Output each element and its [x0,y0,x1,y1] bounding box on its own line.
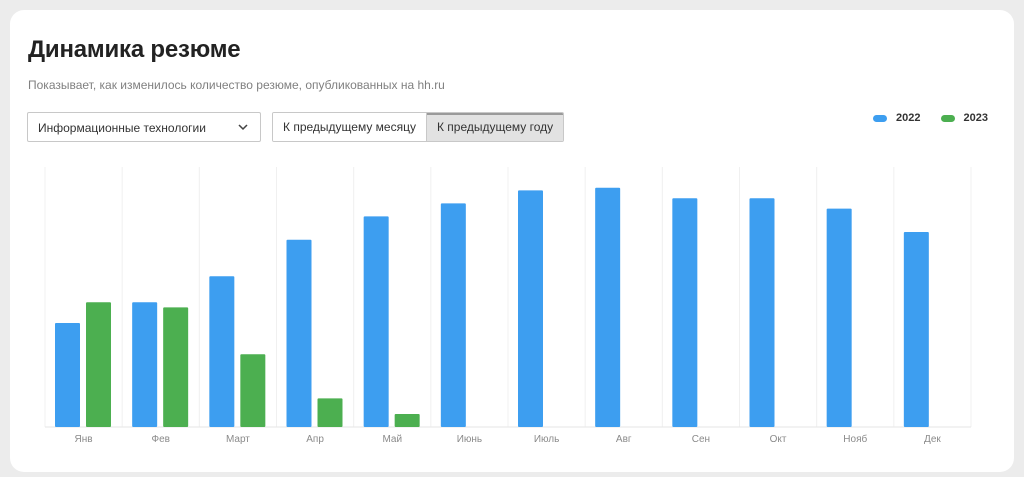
bar-2023-3[interactable] [240,354,266,427]
x-tick-label: Дек [924,434,941,445]
x-tick-label: Окт [770,434,787,445]
x-tick-label: Май [382,434,402,445]
x-tick-label: Апр [306,434,324,445]
bar-2022-2[interactable] [132,302,158,427]
bar-2022-3[interactable] [209,276,235,427]
x-tick-label: Сен [692,434,710,445]
bar-2022-1[interactable] [55,323,80,427]
bar-2022-9[interactable] [672,198,698,427]
x-tick-label: Нояб [843,433,867,445]
bar-2022-7[interactable] [518,190,543,427]
bar-2023-5[interactable] [394,414,420,427]
x-tick-label: Июль [534,434,560,445]
bar-2022-4[interactable] [286,239,312,427]
x-tick-label: Янв [75,434,93,445]
bar-2022-11[interactable] [826,208,852,427]
x-tick-label: Июнь [457,434,482,445]
bar-2022-5[interactable] [363,216,389,427]
bar-2022-6[interactable] [440,203,466,427]
bar-2022-8[interactable] [595,187,621,427]
bar-2023-2[interactable] [163,307,189,427]
x-tick-label: Март [226,434,250,445]
resume-bar-chart: Янв Фев Март Апр Май Июнь Июль Авг Сен Окт Нояб Дек [44,167,972,445]
bar-2022-10[interactable] [749,198,775,427]
bar-2023-1[interactable] [86,302,111,427]
bar-2022-12[interactable] [903,232,929,427]
bar-2023-4[interactable] [317,398,343,427]
x-tick-label: Фев [152,434,170,445]
x-tick-label: Авг [616,434,632,445]
resume-dynamics-card: Динамика резюме Показывает, как изменило… [10,10,1014,472]
